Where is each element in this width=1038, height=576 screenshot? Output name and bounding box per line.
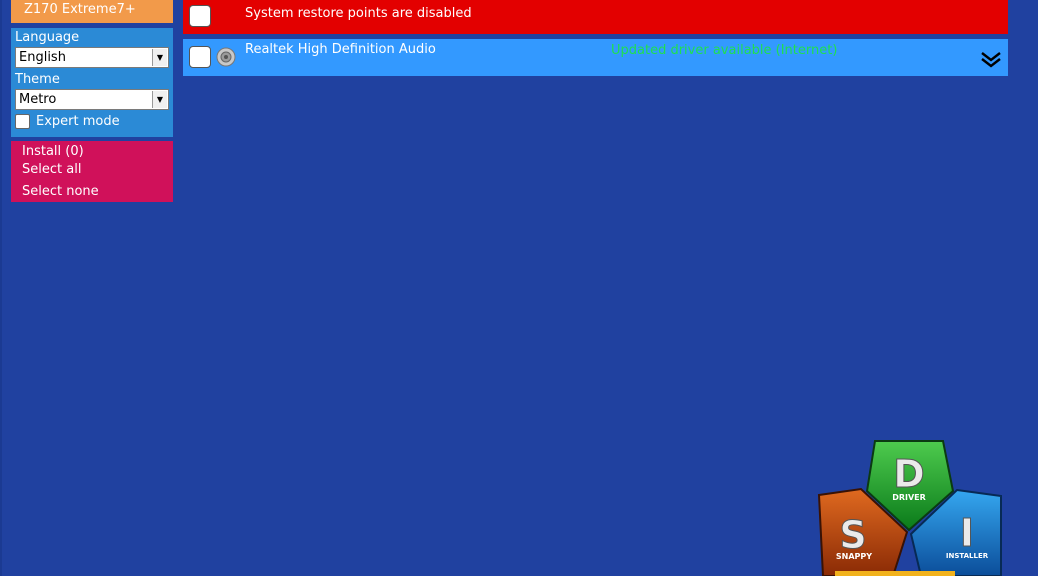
device-name-panel[interactable]: Z170 Extreme7+ [11,0,173,23]
theme-select[interactable]: Metro ▼ [15,89,169,110]
dropdown-arrow-icon[interactable]: ▼ [152,91,167,108]
sdi-logo: D DRIVER S SNAPPY I INSTALLER [817,440,1002,576]
theme-label: Theme [15,72,60,87]
install-button[interactable]: Install (0) [22,144,84,159]
driver-status: Updated driver available (Internet) [611,43,838,58]
window-edge [0,0,2,576]
expert-mode-toggle[interactable]: Expert mode [15,114,120,129]
language-value: English [19,50,66,65]
restore-checkbox[interactable] [189,5,211,27]
language-label: Language [15,30,80,45]
logo-bottom-text-fragment [835,571,955,576]
logo-word-snappy: SNAPPY [836,552,872,561]
driver-name: Realtek High Definition Audio [245,42,436,57]
logo-letter-d: D [893,452,925,496]
restore-warning-row[interactable]: System restore points are disabled [183,0,1008,34]
speaker-icon [216,47,236,67]
expert-mode-checkbox[interactable] [15,114,30,129]
logo-word-installer: INSTALLER [946,552,989,560]
language-select[interactable]: English ▼ [15,47,169,68]
driver-checkbox[interactable] [189,46,211,68]
expand-chevron-icon[interactable] [980,50,1002,68]
select-none-button[interactable]: Select none [22,184,99,199]
logo-letter-s: S [839,513,866,557]
actions-panel: Install (0) Select all Select none [11,141,173,202]
driver-row[interactable]: Realtek High Definition Audio Updated dr… [183,39,1008,76]
expert-mode-label: Expert mode [36,114,120,129]
select-all-button[interactable]: Select all [22,162,81,177]
settings-panel: Language English ▼ Theme Metro ▼ Expert … [11,28,173,137]
logo-letter-i: I [960,511,974,555]
theme-value: Metro [19,92,57,107]
dropdown-arrow-icon[interactable]: ▼ [152,49,167,66]
device-name: Z170 Extreme7+ [24,2,136,17]
logo-word-driver: DRIVER [892,493,926,502]
restore-warning-text: System restore points are disabled [245,6,472,21]
